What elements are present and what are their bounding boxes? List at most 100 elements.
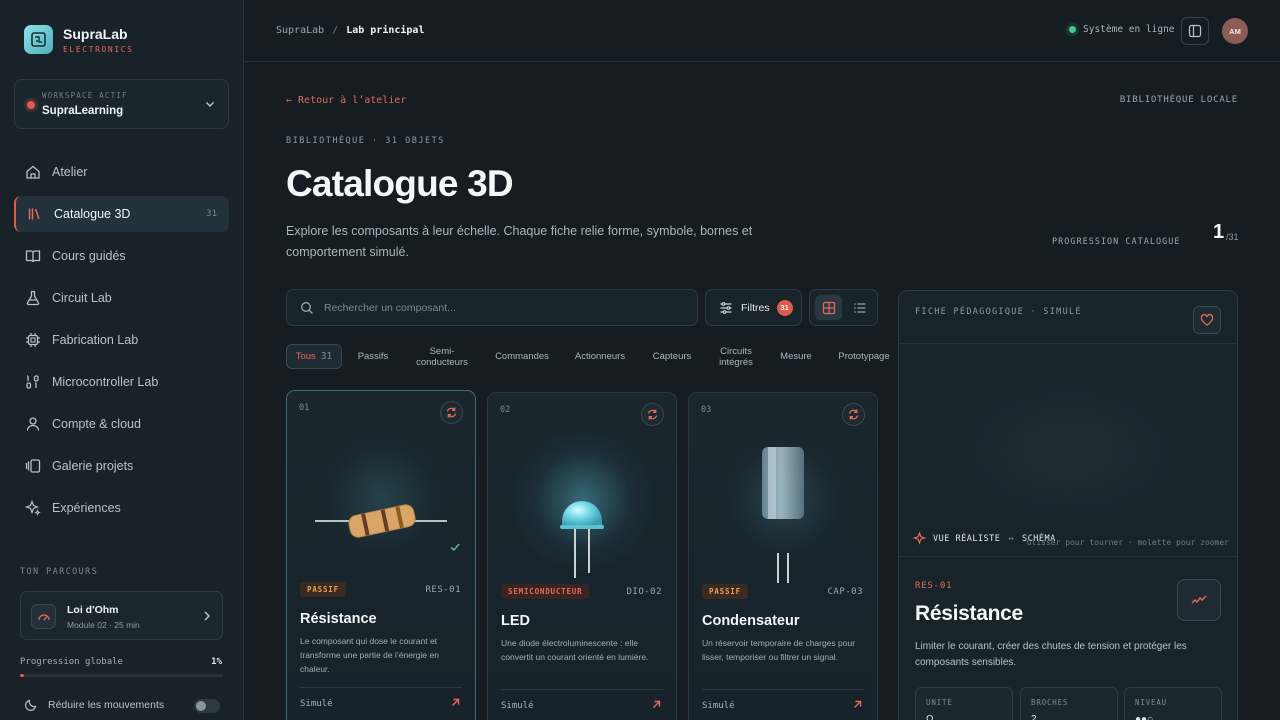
card-number: 03 (701, 405, 712, 415)
arrow-up-right-icon[interactable] (852, 699, 863, 710)
sidebar-item-fabrication-lab[interactable]: Fabrication Lab (14, 322, 229, 358)
binary-icon (24, 373, 42, 391)
breadcrumb-current: Lab principal (346, 25, 425, 36)
card-number: 02 (500, 405, 511, 415)
card-number: 01 (299, 403, 310, 413)
sidebar: SupraLab ELECTRONICS WORKSPACE ACTIF Sup… (0, 0, 244, 720)
panel-toggle-button[interactable] (1181, 17, 1209, 45)
chip-label: Semi- conducteurs (416, 345, 468, 368)
current-lesson-card[interactable]: Loi d'Ohm Module 02 · 25 min (20, 591, 223, 640)
card-code: RES-01 (425, 585, 461, 595)
breadcrumb-root[interactable]: SupraLab (276, 25, 324, 36)
card-status: Simulé (501, 701, 534, 711)
global-progress-fill (20, 674, 25, 677)
user-icon (24, 415, 42, 433)
chip-label: Mesure (780, 351, 812, 362)
card-description: Une diode électroluminescente : elle con… (501, 638, 649, 662)
arrow-up-right-icon[interactable] (450, 697, 461, 708)
lesson-meta: Module 02 · 25 min (67, 620, 140, 630)
status-dot (1069, 26, 1076, 33)
filter-chip-semi-conducteurs[interactable]: Semi- conducteurs (410, 344, 474, 369)
back-to-atelier-link[interactable]: ← Retour à l’atelier (286, 95, 406, 106)
chip-count: 31 (320, 351, 333, 362)
filters-count-badge: 31 (776, 299, 793, 316)
reduce-motion-toggle[interactable] (194, 699, 220, 713)
checkmark-icon (450, 543, 460, 552)
topbar: SupraLab / Lab principal Système en lign… (244, 0, 1280, 62)
view-mode-real[interactable]: VUE RÉALISTE (933, 534, 1000, 544)
filters-button[interactable]: Filtres 31 (705, 289, 802, 326)
filter-chip-circuits-integres[interactable]: Circuits intégrés (712, 344, 760, 369)
parcours-title: TON PARCOURS (20, 567, 99, 577)
sparkle-icon (913, 532, 926, 545)
breadcrumb-separator: / (332, 25, 339, 36)
rotate-3d-button[interactable] (440, 401, 463, 424)
card-divider (300, 687, 462, 688)
home-icon (24, 163, 42, 181)
sidebar-item-compte-cloud[interactable]: Compte & cloud (14, 406, 229, 442)
filter-chip-commandes[interactable]: Commandes (490, 344, 554, 369)
avatar[interactable]: AM (1222, 18, 1248, 44)
heart-icon (1200, 313, 1214, 326)
search-icon (301, 301, 313, 314)
sidebar-item-label: Circuit Lab (52, 291, 112, 305)
component-card-led[interactable]: 02 SEMICONDUCTEUR DIO-02 LED Une diode é… (487, 392, 677, 720)
detail-code: RES-01 (915, 581, 953, 591)
3d-viewer-stage[interactable]: VUE RÉALISTE ↔ SCHÉMA Glisser pour tourn… (899, 343, 1237, 557)
chip-label: Actionneurs (574, 351, 626, 362)
sidebar-item-label: Compte & cloud (52, 417, 141, 431)
moon-icon (25, 699, 37, 711)
sidebar-item-label: Expériences (52, 501, 121, 515)
sidebar-item-catalogue-3d[interactable]: Catalogue 3D 31 (14, 196, 229, 232)
list-view-button[interactable] (846, 295, 873, 320)
rotate-3d-button[interactable] (641, 403, 664, 426)
component-card-condensateur[interactable]: 03 PASSIF CAP-03 Condensateur Un réservo… (688, 392, 878, 720)
viewer-hint: Glisser pour tourner · molette pour zoom… (1026, 538, 1229, 547)
rotate-3d-icon (446, 407, 457, 418)
detail-header: FICHE PÉDAGOGIQUE · SIMULÉ (915, 307, 1082, 317)
list-icon (853, 302, 865, 313)
grid-view-button[interactable] (815, 295, 842, 320)
rotate-3d-button[interactable] (842, 403, 865, 426)
chip-label: Tous (295, 351, 316, 362)
sidebar-item-experiences[interactable]: Expériences (14, 490, 229, 526)
filter-chip-prototypage[interactable]: Prototypage (834, 344, 894, 369)
card-description: Un réservoir temporaire de charges pour … (702, 638, 856, 662)
component-card-resistance[interactable]: 01 PASSIF RES-01 Résistance Le composant… (286, 390, 476, 720)
search-input[interactable] (324, 301, 664, 314)
brand-subtitle: ELECTRONICS (63, 44, 134, 54)
sidebar-item-count: 31 (206, 209, 217, 219)
filter-chip-passifs[interactable]: Passifs (352, 344, 394, 369)
lesson-title: Loi d'Ohm (67, 604, 119, 616)
brand[interactable]: SupraLab ELECTRONICS (24, 25, 134, 54)
filter-chip-tous[interactable]: Tous 31 (286, 344, 342, 369)
sidebar-item-circuit-lab[interactable]: Circuit Lab (14, 280, 229, 316)
flask-icon (24, 289, 42, 307)
catalogue-progress-total: /31 (1226, 232, 1239, 242)
workspace-selector[interactable]: WORKSPACE ACTIF SupraLearning (14, 79, 229, 129)
global-progress-label: Progression globale (20, 657, 123, 667)
capacitor-3d-model (762, 447, 804, 583)
simulate-button[interactable] (1177, 579, 1221, 621)
sidebar-item-label: Galerie projets (52, 459, 134, 473)
gallery-icon (24, 457, 42, 475)
book-icon (24, 247, 42, 265)
page-title: Catalogue 3D (286, 163, 514, 204)
sidebar-item-label: Fabrication Lab (52, 333, 139, 347)
arrow-up-right-icon[interactable] (651, 699, 662, 710)
global-progress-value: 1% (211, 657, 222, 667)
stat-niveau: NIVEAU ●●○ (1124, 687, 1222, 720)
filter-chip-capteurs[interactable]: Capteurs (646, 344, 698, 369)
card-status: Simulé (300, 699, 333, 709)
chevron-right-icon (204, 611, 211, 621)
favorite-button[interactable] (1193, 306, 1221, 334)
brand-logo-icon (24, 25, 53, 54)
chip-label: Circuits intégrés (719, 345, 753, 368)
filters-label: Filtres (741, 301, 770, 314)
sidebar-item-microcontroller-lab[interactable]: Microcontroller Lab (14, 364, 229, 400)
filter-chip-mesure[interactable]: Mesure (774, 344, 818, 369)
filter-chip-actionneurs[interactable]: Actionneurs (570, 344, 630, 369)
sidebar-item-cours-guides[interactable]: Cours guidés (14, 238, 229, 274)
sidebar-item-galerie-projets[interactable]: Galerie projets (14, 448, 229, 484)
sidebar-item-atelier[interactable]: Atelier (14, 154, 229, 190)
